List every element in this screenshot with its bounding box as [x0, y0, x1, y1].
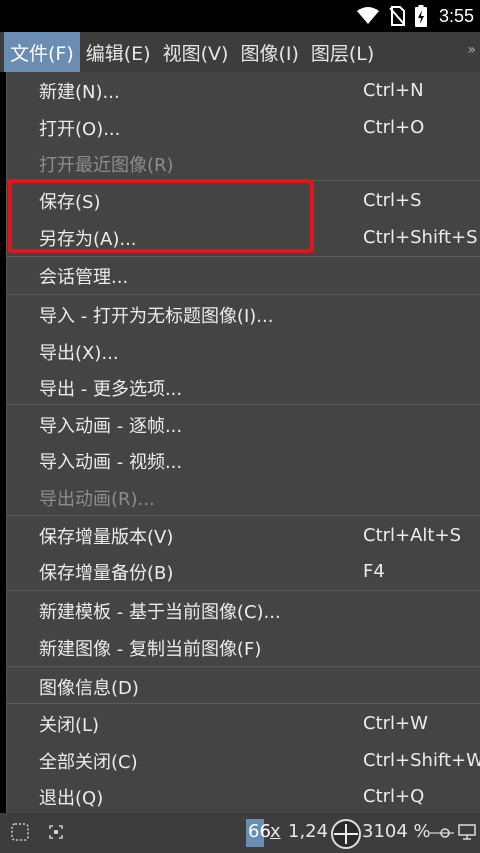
- menu-item-shortcut: Ctrl+Alt+S: [363, 525, 461, 546]
- menu-separator: [7, 404, 480, 405]
- menu-item-open[interactable]: 打开(O)... Ctrl+O: [7, 109, 480, 146]
- menu-bar: 文件(F) 编辑(E) 视图(V) 图像(I) 图层(L) »: [0, 32, 480, 72]
- menu-item-label: 保存增量备份(B): [39, 562, 174, 584]
- menu-item-label: 新建模板 - 基于当前图像(C)...: [39, 601, 281, 623]
- menu-item-label: 新建图像 - 复制当前图像(F): [39, 638, 262, 660]
- menu-item-shortcut: Ctrl+Q: [363, 786, 425, 807]
- menu-item-shortcut: Ctrl+N: [363, 80, 424, 101]
- menu-item-label: 退出(Q): [39, 787, 104, 809]
- menu-item-export[interactable]: 导出(X)...: [7, 333, 480, 370]
- zoom-slider-icon[interactable]: [428, 827, 454, 839]
- menu-item-open-recent: 打开最近图像(R): [7, 145, 480, 182]
- menu-layer[interactable]: 图层(L): [305, 32, 380, 72]
- menu-separator: [7, 590, 480, 591]
- menu-item-label: 打开(O)...: [39, 118, 121, 140]
- display-icon[interactable]: [458, 824, 476, 840]
- menu-item-label: 导出动画(R)...: [39, 488, 155, 510]
- menu-item-label: 导入动画 - 逐帧...: [39, 415, 183, 437]
- menu-item-label: 导出 - 更多选项...: [39, 378, 183, 400]
- size-separator-text: x: [270, 821, 281, 842]
- menu-item-export-advanced[interactable]: 导出 - 更多选项...: [7, 369, 480, 406]
- menu-item-save-incremental-backup[interactable]: 保存增量备份(B) F4: [7, 553, 480, 590]
- menu-item-label: 关闭(L): [39, 714, 100, 736]
- menu-item-new[interactable]: 新建(N)... Ctrl+N: [7, 72, 480, 109]
- menu-item-create-copy[interactable]: 新建图像 - 复制当前图像(F): [7, 629, 480, 666]
- menu-separator: [7, 666, 480, 667]
- rotate-dial-icon[interactable]: [330, 818, 362, 850]
- status-icons: 3:55: [356, 4, 474, 28]
- menu-separator: [7, 515, 480, 516]
- wifi-icon: [356, 7, 379, 24]
- menu-item-label: 导入 - 打开为无标题图像(I)...: [39, 305, 274, 327]
- menu-item-import[interactable]: 导入 - 打开为无标题图像(I)...: [7, 296, 480, 333]
- menu-item-import-animation-frames[interactable]: 导入动画 - 逐帧...: [7, 406, 480, 443]
- menu-item-label: 打开最近图像(R): [39, 154, 174, 176]
- menu-item-shortcut: Ctrl+O: [363, 117, 425, 138]
- highlight-annotation-box: [8, 179, 314, 253]
- crop-frame-icon[interactable]: [48, 824, 64, 840]
- menu-item-shortcut: Ctrl+S: [363, 190, 422, 211]
- zoom-level-text[interactable]: 3104 %: [362, 821, 431, 842]
- menu-file[interactable]: 文件(F): [4, 32, 80, 72]
- menu-item-create-template[interactable]: 新建模板 - 基于当前图像(C)...: [7, 592, 480, 629]
- menu-view[interactable]: 视图(V): [157, 32, 235, 72]
- menu-item-label: 导出(X)...: [39, 342, 119, 364]
- menu-item-close[interactable]: 关闭(L) Ctrl+W: [7, 705, 480, 742]
- menu-image[interactable]: 图像(I): [234, 32, 304, 72]
- menu-item-label: 保存增量版本(V): [39, 526, 174, 548]
- menu-item-close-all[interactable]: 全部关闭(C) Ctrl+Shift+W: [7, 742, 480, 779]
- menu-item-document-info[interactable]: 图像信息(D): [7, 668, 480, 705]
- menu-item-label: 会话管理...: [39, 266, 129, 288]
- menu-item-shortcut: F4: [363, 561, 385, 582]
- menu-item-label: 导入动画 - 视频...: [39, 451, 183, 473]
- menu-item-session-manager[interactable]: 会话管理...: [7, 257, 480, 294]
- menu-item-export-animation: 导出动画(R)...: [7, 479, 480, 516]
- menu-item-save-incremental-version[interactable]: 保存增量版本(V) Ctrl+Alt+S: [7, 517, 480, 554]
- menu-item-shortcut: Ctrl+W: [363, 713, 428, 734]
- bottom-status-bar: 66 x 1,24 3104 %: [0, 813, 480, 853]
- menu-separator: [7, 703, 480, 704]
- menu-edit[interactable]: 编辑(E): [80, 32, 157, 72]
- menu-item-quit[interactable]: 退出(Q) Ctrl+Q: [7, 778, 480, 815]
- image-height-text: 1,24: [288, 821, 329, 842]
- menu-separator: [7, 294, 480, 295]
- menu-item-label: 新建(N)...: [39, 81, 120, 103]
- menu-item-import-animation-video[interactable]: 导入动画 - 视频...: [7, 442, 480, 479]
- status-bar: 3:55: [0, 0, 480, 32]
- battery-charging-icon: [414, 5, 427, 27]
- menu-overflow-icon[interactable]: »: [467, 42, 476, 58]
- menu-item-shortcut: Ctrl+Shift+S: [363, 227, 478, 248]
- image-width-text: 66: [248, 821, 271, 842]
- menu-item-label: 全部关闭(C): [39, 751, 138, 773]
- status-time: 3:55: [438, 5, 474, 26]
- menu-item-shortcut: Ctrl+Shift+W: [363, 750, 480, 771]
- menu-item-label: 图像信息(D): [39, 677, 139, 699]
- no-sim-icon: [389, 6, 405, 26]
- selection-icon[interactable]: [10, 822, 30, 842]
